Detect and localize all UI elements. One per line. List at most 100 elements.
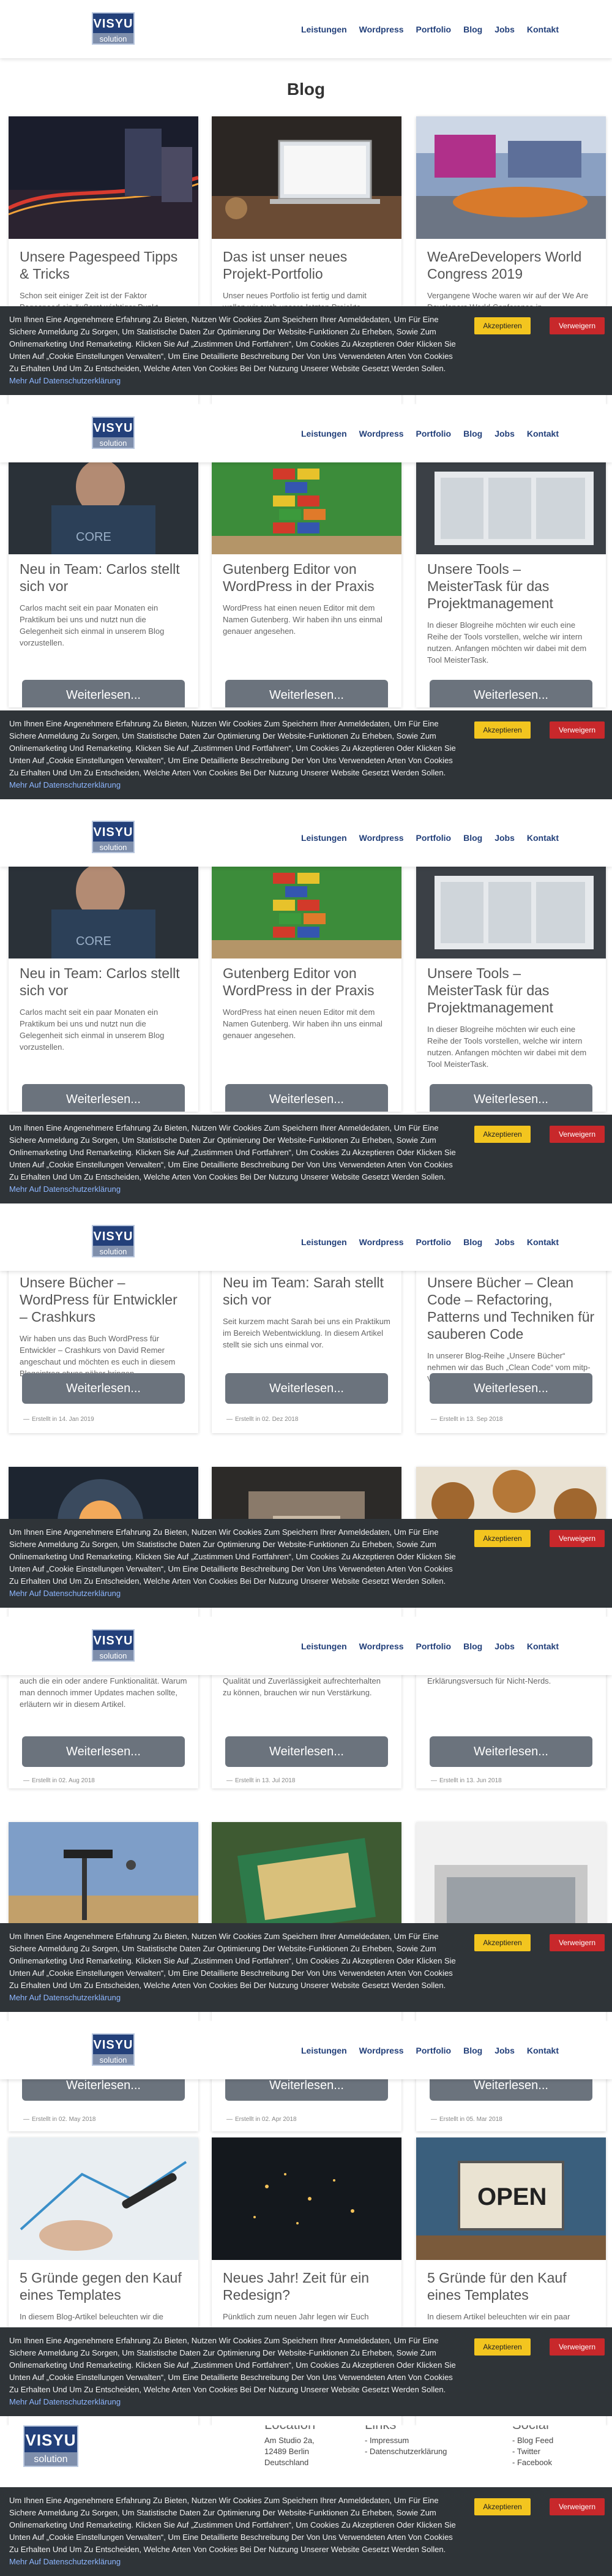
nav-blog[interactable]: Blog — [463, 2046, 482, 2055]
blog-card[interactable]: Gutenberg Editor von WordPress in der Pr… — [212, 867, 401, 1112]
nav-blog[interactable]: Blog — [463, 1641, 482, 1651]
footer-logo[interactable]: VISYU solution — [23, 2425, 78, 2468]
read-more-button[interactable]: Weiterlesen... — [22, 1373, 185, 1404]
nav-jobs[interactable]: Jobs — [494, 24, 515, 34]
nav-blog[interactable]: Blog — [463, 1237, 482, 1247]
nav-wordpress[interactable]: Wordpress — [359, 2046, 404, 2055]
site-logo[interactable]: VISYU solution — [92, 416, 135, 450]
post-title[interactable]: Das ist unser neues Projekt-Portfolio — [223, 248, 390, 282]
post-image[interactable]: CORE — [9, 462, 198, 554]
nav-leistungen[interactable]: Leistungen — [301, 429, 347, 439]
read-more-button[interactable]: Weiterlesen... — [225, 1373, 388, 1404]
post-image[interactable] — [9, 2137, 198, 2260]
site-logo[interactable]: VISYU solution — [92, 821, 135, 854]
post-image[interactable] — [416, 462, 606, 554]
nav-wordpress[interactable]: Wordpress — [359, 429, 404, 439]
privacy-link[interactable]: Mehr Auf Datenschutzerklärung — [9, 376, 121, 385]
nav-portfolio[interactable]: Portfolio — [416, 833, 452, 843]
nav-leistungen[interactable]: Leistungen — [301, 24, 347, 34]
post-title[interactable]: Neu im Team: Sarah stellt sich vor — [223, 1274, 390, 1308]
post-title[interactable]: Unsere Tools – MeisterTask für das Proje… — [427, 560, 595, 612]
post-image[interactable] — [416, 116, 606, 239]
site-logo[interactable]: VISYU solution — [92, 12, 135, 46]
nav-portfolio[interactable]: Portfolio — [416, 429, 452, 439]
blog-card[interactable]: Unsere Tools – MeisterTask für das Proje… — [416, 867, 606, 1112]
footer-link-impressum[interactable]: - Impressum — [365, 2435, 447, 2446]
blog-card[interactable]: Unsere Bücher – Clean Code – Refactoring… — [416, 1268, 606, 1433]
footer-link-privacy[interactable]: - Datenschutzerklärung — [365, 2446, 447, 2457]
reject-button[interactable]: Verweigern — [550, 2338, 605, 2356]
nav-jobs[interactable]: Jobs — [494, 2046, 515, 2055]
post-title[interactable]: Neu in Team: Carlos stellt sich vor — [20, 560, 187, 595]
footer-link-facebook[interactable]: - Facebook — [512, 2457, 553, 2468]
read-more-button[interactable]: Weiterlesen... — [225, 680, 388, 707]
nav-wordpress[interactable]: Wordpress — [359, 1641, 404, 1651]
accept-button[interactable]: Akzeptieren — [474, 1530, 531, 1547]
post-title[interactable]: WeAreDevelopers World Congress 2019 — [427, 248, 595, 282]
post-image[interactable] — [212, 116, 401, 239]
read-more-button[interactable]: Weiterlesen... — [225, 1736, 388, 1767]
blog-card[interactable]: Neu im Team: Sarah stellt sich vor Seit … — [212, 1268, 401, 1433]
read-more-button[interactable]: Weiterlesen... — [430, 1736, 592, 1767]
read-more-button[interactable]: Weiterlesen... — [430, 680, 592, 707]
nav-jobs[interactable]: Jobs — [494, 1641, 515, 1651]
post-title[interactable]: 5 Gründe gegen den Kauf eines Templates — [20, 2269, 187, 2303]
reject-button[interactable]: Verweigern — [550, 1530, 605, 1547]
read-more-button[interactable]: Weiterlesen... — [430, 1084, 592, 1112]
privacy-link[interactable]: Mehr Auf Datenschutzerklärung — [9, 1993, 121, 2002]
nav-kontakt[interactable]: Kontakt — [527, 2046, 559, 2055]
nav-leistungen[interactable]: Leistungen — [301, 1237, 347, 1247]
post-image[interactable]: CORE — [9, 867, 198, 958]
accept-button[interactable]: Akzeptieren — [474, 2498, 531, 2515]
nav-leistungen[interactable]: Leistungen — [301, 2046, 347, 2055]
post-title[interactable]: Unsere Tools – MeisterTask für das Proje… — [427, 965, 595, 1016]
read-more-button[interactable]: Weiterlesen... — [225, 1084, 388, 1112]
nav-kontakt[interactable]: Kontakt — [527, 833, 559, 843]
nav-kontakt[interactable]: Kontakt — [527, 429, 559, 439]
post-title[interactable]: Unsere Bücher – Clean Code – Refactoring… — [427, 1274, 595, 1343]
post-title[interactable]: Neu in Team: Carlos stellt sich vor — [20, 965, 187, 999]
nav-portfolio[interactable]: Portfolio — [416, 1237, 452, 1247]
post-image[interactable] — [212, 2137, 401, 2260]
reject-button[interactable]: Verweigern — [550, 721, 605, 739]
accept-button[interactable]: Akzeptieren — [474, 721, 531, 739]
blog-card[interactable]: Gutenberg Editor von WordPress in der Pr… — [212, 462, 401, 707]
site-logo[interactable]: VISYU solution — [92, 1225, 135, 1259]
nav-portfolio[interactable]: Portfolio — [416, 24, 452, 34]
blog-card[interactable]: Unsere Bücher – WordPress für Entwickler… — [9, 1268, 198, 1433]
nav-wordpress[interactable]: Wordpress — [359, 24, 404, 34]
nav-kontakt[interactable]: Kontakt — [527, 24, 559, 34]
site-logo[interactable]: VISYU solution — [92, 2033, 135, 2067]
nav-blog[interactable]: Blog — [463, 833, 482, 843]
reject-button[interactable]: Verweigern — [550, 1126, 605, 1143]
accept-button[interactable]: Akzeptieren — [474, 1934, 531, 1951]
nav-kontakt[interactable]: Kontakt — [527, 1237, 559, 1247]
blog-card[interactable]: Unsere Tools – MeisterTask für das Proje… — [416, 462, 606, 707]
reject-button[interactable]: Verweigern — [550, 2498, 605, 2515]
nav-portfolio[interactable]: Portfolio — [416, 2046, 452, 2055]
privacy-link[interactable]: Mehr Auf Datenschutzerklärung — [9, 2557, 121, 2566]
post-title[interactable]: Gutenberg Editor von WordPress in der Pr… — [223, 965, 390, 999]
read-more-button[interactable]: Weiterlesen... — [22, 680, 185, 707]
read-more-button[interactable]: Weiterlesen... — [22, 1736, 185, 1767]
reject-button[interactable]: Verweigern — [550, 317, 605, 334]
read-more-button[interactable]: Weiterlesen... — [430, 1373, 592, 1404]
nav-wordpress[interactable]: Wordpress — [359, 1237, 404, 1247]
post-title[interactable]: 5 Gründe für den Kauf eines Templates — [427, 2269, 595, 2303]
post-title[interactable]: Unsere Pagespeed Tipps & Tricks — [20, 248, 187, 282]
nav-kontakt[interactable]: Kontakt — [527, 1641, 559, 1651]
nav-jobs[interactable]: Jobs — [494, 429, 515, 439]
post-title[interactable]: Neues Jahr! Zeit für ein Redesign? — [223, 2269, 390, 2303]
post-title[interactable]: Unsere Bücher – WordPress für Entwickler… — [20, 1274, 187, 1325]
accept-button[interactable]: Akzeptieren — [474, 1126, 531, 1143]
footer-link-blog-feed[interactable]: - Blog Feed — [512, 2435, 553, 2446]
privacy-link[interactable]: Mehr Auf Datenschutzerklärung — [9, 2397, 121, 2406]
post-image[interactable] — [212, 462, 401, 554]
nav-jobs[interactable]: Jobs — [494, 833, 515, 843]
nav-blog[interactable]: Blog — [463, 429, 482, 439]
nav-blog[interactable]: Blog — [463, 24, 482, 34]
accept-button[interactable]: Akzeptieren — [474, 317, 531, 334]
blog-card[interactable]: CORE Neu in Team: Carlos stellt sich vor… — [9, 462, 198, 707]
nav-leistungen[interactable]: Leistungen — [301, 833, 347, 843]
nav-portfolio[interactable]: Portfolio — [416, 1641, 452, 1651]
